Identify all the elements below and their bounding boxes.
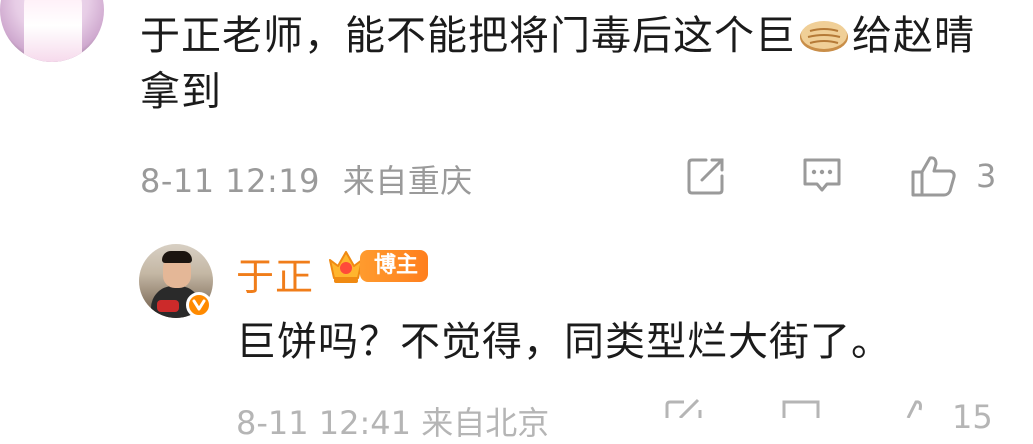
comment-text: 于正老师，能不能把将门毒后这个巨 给赵晴拿到 [140, 8, 1000, 120]
reply-thumb-up-icon[interactable] [894, 398, 934, 422]
blogger-badge: 博主 [326, 246, 429, 286]
comment-time: 8-11 12:19 [140, 162, 321, 200]
avatar-figure [24, 0, 82, 62]
thumb-up-icon [911, 156, 956, 197]
like-count: 3 [976, 157, 997, 195]
reply-comment-icon[interactable] [780, 398, 822, 422]
reply-share-icon[interactable] [664, 398, 704, 422]
blogger-badge-label: 博主 [360, 250, 429, 282]
reply-text: 巨饼吗？不觉得，同类型烂大街了。 [236, 319, 892, 365]
like-button[interactable]: 3 [910, 152, 996, 200]
avatar-detail [157, 300, 179, 312]
reply-meta-partial: 8-11 12:41 来自北京 [236, 404, 550, 442]
reply-like-count-partial: 15 [952, 398, 993, 436]
verified-icon [186, 292, 212, 318]
share-icon [687, 158, 724, 195]
comment-location: 来自重庆 [342, 162, 473, 200]
comment-meta: 8-11 12:19 来自重庆 [140, 156, 473, 202]
share-button[interactable] [686, 152, 726, 200]
avatar-hair [162, 251, 192, 263]
comment-icon [803, 158, 841, 192]
bing-emoji-icon [800, 21, 848, 52]
reply-author-name[interactable]: 于正 [236, 246, 314, 301]
comment-button[interactable] [801, 152, 843, 200]
comment-text-part1: 于正老师，能不能把将门毒后这个巨 [140, 13, 796, 59]
user-avatar[interactable] [0, 0, 104, 62]
